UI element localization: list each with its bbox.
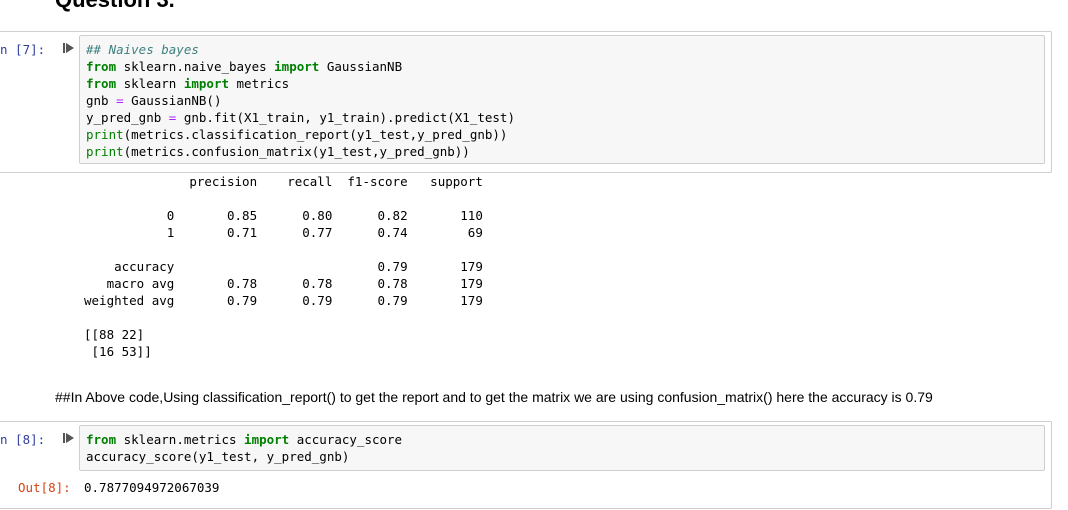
code-line: ## Naives bayes [86,41,1038,58]
code-token: = [116,93,124,108]
code-line: print(metrics.confusion_matrix(y1_test,y… [86,143,1038,160]
code-line: from sklearn.naive_bayes import Gaussian… [86,58,1038,75]
section-heading: Question 3. [55,0,175,13]
code-line: y_pred_gnb = gnb.fit(X1_train, y1_train)… [86,109,1038,126]
code-line: from sklearn.metrics import accuracy_sco… [86,431,1038,448]
cell-7-output: precision recall f1-score support 0 0.85… [84,174,483,359]
code-token: GaussianNB [319,59,403,74]
cell-8-prompt: n [8]: [0,432,46,447]
code-token: accuracy_score(y1_test, y_pred_gnb) [86,449,350,464]
code-token: import [244,432,290,447]
code-token: (metrics.classification_report(y1_test,y… [123,127,508,142]
code-line: gnb = GaussianNB() [86,92,1038,109]
code-token: print [86,127,124,142]
code-token: import [274,59,320,74]
cell-7-prompt: n [7]: [0,42,46,57]
code-line: from sklearn import metrics [86,75,1038,92]
code-token: (metrics.confusion_matrix(y1_test,y_pred… [123,144,470,159]
code-token: gnb.fit(X1_train, y1_train).predict(X1_t… [176,110,515,125]
cell-8-output: 0.7877094972067039 [84,480,220,495]
code-token: from [86,59,117,74]
code-token: from [86,432,117,447]
cell-8-input[interactable]: from sklearn.metrics import accuracy_sco… [79,425,1045,471]
code-token: metrics [229,76,290,91]
code-token: accuracy_score [289,432,403,447]
markdown-note: ##In Above code,Using classification_rep… [55,389,933,405]
code-line: accuracy_score(y1_test, y_pred_gnb) [86,448,1038,465]
code-token: sklearn [116,76,184,91]
code-token: ## Naives bayes [86,42,199,57]
run-cell-8-icon[interactable] [63,432,75,444]
cell-8-code[interactable]: from sklearn.metrics import accuracy_sco… [86,431,1038,465]
code-token: sklearn.naive_bayes [116,59,275,74]
cell-7-input[interactable]: ## Naives bayes from sklearn.naive_bayes … [79,35,1045,164]
code-token: GaussianNB() [123,93,222,108]
code-token: gnb [86,93,117,108]
run-cell-7-icon[interactable] [63,42,75,54]
code-token: from [86,76,117,91]
code-token: print [86,144,124,159]
cell-7-code[interactable]: ## Naives bayes from sklearn.naive_bayes … [86,41,1038,160]
code-token: y_pred_gnb [86,110,169,125]
code-token: import [183,76,229,91]
code-line: print(metrics.classification_report(y1_t… [86,126,1038,143]
code-token: sklearn.metrics [116,432,245,447]
cell-8-out-prompt: Out[8]: [18,480,71,495]
